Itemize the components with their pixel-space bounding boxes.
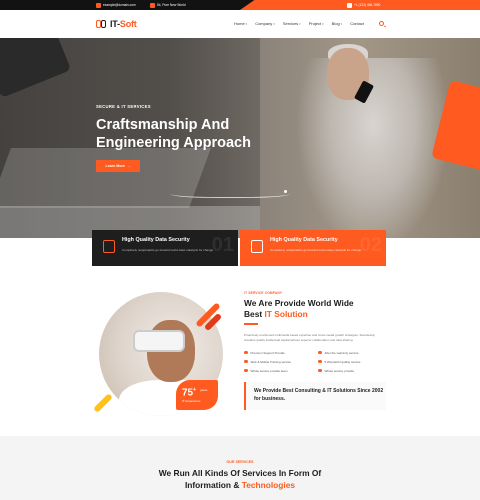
list-item: Premium Support Provide	[244, 351, 312, 355]
logo-icon	[96, 18, 107, 29]
services-subtitle: OUR SERVICES	[226, 460, 254, 464]
services-section: OUR SERVICES We Run All Kinds Of Service…	[0, 436, 480, 500]
phone-icon	[347, 2, 352, 8]
search-icon[interactable]	[379, 21, 384, 26]
nav-item-company[interactable]: Company ▾	[255, 21, 275, 26]
check-icon	[318, 368, 322, 373]
chevron-down-icon: ▾	[245, 21, 248, 26]
shield-icon	[103, 240, 115, 253]
feature-card[interactable]: High Quality Data Security Completely re…	[92, 230, 238, 266]
document-icon	[251, 240, 263, 253]
check-icon	[244, 359, 248, 364]
about-section: IT SERVICE COMPANY We Are Provide World …	[244, 291, 386, 410]
chevron-down-icon: ▾	[322, 21, 324, 26]
list-item: Web & Mobile Training service	[244, 360, 312, 364]
mail-icon	[96, 2, 101, 8]
services-title: We Run All Kinds Of Services In Form Of …	[158, 468, 322, 490]
hero-title: Craftsmanship And Engineering Approach	[96, 117, 251, 151]
decor-stripe	[93, 393, 113, 413]
top-bar: example@domain.com 54, Pure New World +1…	[0, 0, 480, 10]
main-nav: Home ▾ Company ▾ Services ▾ Project ▾ Blog ▾ …	[234, 21, 364, 26]
check-icon	[244, 350, 248, 355]
title-underline	[244, 323, 258, 325]
nav-item-services[interactable]: Services ▾	[283, 21, 301, 26]
topbar-email[interactable]: example@domain.com	[96, 0, 136, 10]
experience-badge: 75+ IT Experience years	[176, 380, 218, 410]
feature-checklist: Premium Support Provide After the warran…	[244, 351, 386, 373]
nav-item-project[interactable]: Project ▾	[309, 21, 324, 26]
chevron-down-icon: ▾	[273, 21, 275, 26]
brand-logo[interactable]: IT-Soft	[96, 18, 137, 29]
brand-name-part1: IT-	[110, 18, 120, 29]
hero-banner: SECURE & IT SERVICES Craftsmanship And E…	[0, 38, 480, 238]
feature-number: 01	[211, 234, 234, 256]
about-subtitle: IT SERVICE COMPANY	[244, 291, 283, 295]
list-item: Whole service provide team	[244, 369, 312, 373]
arrow-right-icon: →	[126, 164, 131, 168]
nav-item-home[interactable]: Home ▾	[234, 21, 247, 26]
hero-subtitle: SECURE & IT SERVICES	[96, 104, 151, 109]
consulting-callout: We Provide Best Consulting & IT Solution…	[244, 381, 386, 410]
feature-card[interactable]: High Quality Data Security Completely re…	[240, 230, 386, 266]
nav-item-contact[interactable]: Contact	[350, 21, 364, 26]
vr-headset-image	[133, 330, 185, 352]
chevron-down-icon: ▾	[299, 21, 301, 26]
topbar-phone[interactable]: +1 (123) 456-7890	[347, 0, 380, 10]
check-icon	[244, 368, 248, 373]
hero-content: SECURE & IT SERVICES Craftsmanship And E…	[96, 104, 296, 172]
about-description: Proactively envisioned multimedia based …	[244, 332, 375, 342]
list-item: Whole service provide	[318, 369, 386, 373]
list-item: 5 Wonderful quality service	[318, 360, 386, 364]
learn-more-button[interactable]: Learn More →	[96, 160, 140, 172]
site-header: IT-Soft Home ▾ Company ▾ Services ▾ Project…	[0, 10, 480, 38]
brand-name-part2: Soft	[119, 18, 137, 29]
chevron-down-icon: ▾	[340, 21, 343, 26]
topbar-address: 54, Pure New World	[150, 0, 185, 10]
location-icon	[150, 2, 155, 8]
check-icon	[318, 359, 322, 364]
feature-number: 02	[359, 234, 382, 256]
check-icon	[318, 350, 322, 355]
about-title: We Are Provide World Wide Best IT Soluti…	[244, 298, 386, 325]
nav-item-blog[interactable]: Blog ▾	[332, 21, 343, 26]
list-item: After the warranty service	[318, 351, 386, 355]
